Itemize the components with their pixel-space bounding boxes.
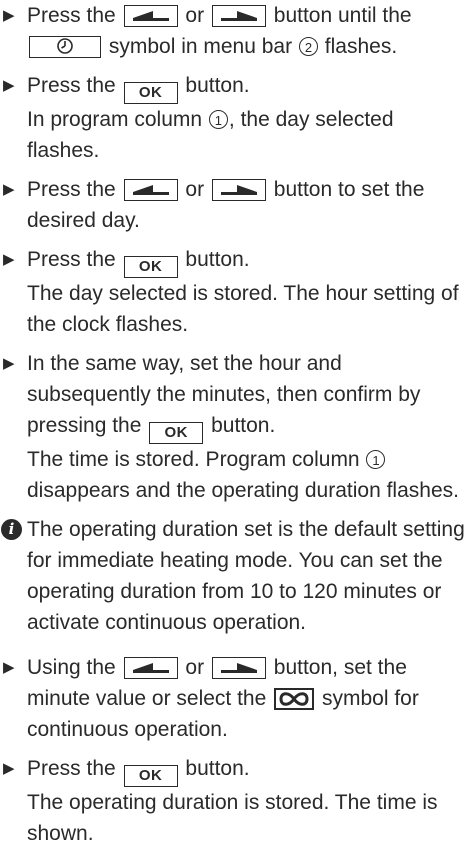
- step-4: ▶ Press the OK button. The day selected …: [0, 244, 465, 340]
- info-note-text: The operating duration set is the defaul…: [27, 518, 465, 634]
- ok-button-icon: OK: [149, 422, 204, 444]
- step-7-text-b: button.: [185, 757, 250, 780]
- step-5-result-b: disappears and the operating duration fl…: [27, 479, 459, 502]
- ok-button-icon: OK: [123, 765, 178, 787]
- step-1-text-e: flashes.: [324, 35, 398, 58]
- instruction-page: ▶ Press the or button until the symbol i…: [0, 0, 465, 849]
- step-5: ▶ In the same way, set the hour and subs…: [0, 348, 465, 506]
- step-3-text-a: Press the: [27, 178, 116, 201]
- step-3-text-b: or: [185, 178, 205, 201]
- bullet-icon: ▶: [3, 355, 15, 372]
- callout-1: 1: [366, 450, 386, 469]
- ok-button-icon: OK: [123, 256, 178, 278]
- info-icon: i: [1, 519, 22, 540]
- right-arrow-button-icon: [211, 179, 266, 201]
- step-1-text-c: button until the: [273, 4, 412, 27]
- step-2-result-a: In program column: [27, 108, 203, 131]
- step-2-text-a: Press the: [27, 74, 116, 97]
- step-6-text-a: Using the: [27, 656, 116, 679]
- step-2: ▶ Press the OK button. In program column…: [0, 70, 465, 166]
- bullet-icon: ▶: [3, 181, 15, 198]
- step-6: ▶ Using the or button, set the minute va…: [0, 652, 465, 745]
- right-arrow-button-icon: [211, 5, 266, 27]
- step-7-text-a: Press the: [27, 757, 116, 780]
- step-6-text-b: or: [185, 656, 205, 679]
- step-2-text-b: button.: [185, 74, 250, 97]
- step-5-text-b: button.: [211, 414, 276, 437]
- step-7-result: The operating duration is stored. The ti…: [27, 791, 438, 845]
- step-1-text-b: or: [185, 4, 205, 27]
- right-arrow-button-icon: [211, 657, 266, 679]
- infinity-symbol-icon: [274, 688, 315, 710]
- step-1-text-a: Press the: [27, 4, 116, 27]
- clock-symbol-icon: [29, 36, 101, 58]
- left-arrow-button-icon: [123, 657, 178, 679]
- bullet-icon: ▶: [3, 659, 15, 676]
- info-note: i The operating duration set is the defa…: [0, 514, 465, 638]
- ok-button-icon: OK: [123, 82, 178, 104]
- step-1: ▶ Press the or button until the symbol i…: [0, 0, 465, 62]
- left-arrow-button-icon: [123, 179, 178, 201]
- step-5-result-a: The time is stored. Program column: [27, 448, 360, 471]
- left-arrow-button-icon: [123, 5, 178, 27]
- step-7: ▶ Press the OK button. The operating dur…: [0, 753, 465, 849]
- step-1-text-d: symbol in menu bar: [108, 35, 293, 58]
- bullet-icon: ▶: [3, 77, 15, 94]
- bullet-icon: ▶: [3, 760, 15, 777]
- bullet-icon: ▶: [3, 251, 15, 268]
- bullet-icon: ▶: [3, 7, 15, 24]
- step-3: ▶ Press the or button to set the desired…: [0, 174, 465, 236]
- step-4-text-b: button.: [185, 248, 250, 271]
- callout-1: 1: [208, 110, 228, 129]
- callout-2: 2: [298, 37, 318, 56]
- step-4-result: The day selected is stored. The hour set…: [27, 282, 459, 336]
- step-4-text-a: Press the: [27, 248, 116, 271]
